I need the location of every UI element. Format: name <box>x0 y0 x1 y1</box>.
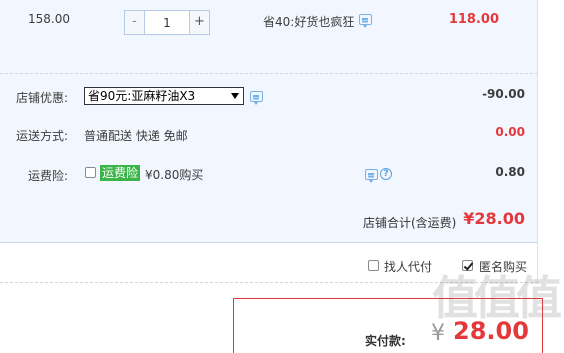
discount-value: -90.00 <box>482 87 525 101</box>
proxy-pay-label[interactable]: 找人代付 <box>384 258 432 275</box>
quantity-stepper[interactable]: - + <box>124 10 210 35</box>
comment-icon[interactable] <box>250 91 263 105</box>
shop-total-label: 店铺合计(含运费) <box>363 216 457 230</box>
help-icon[interactable]: ? <box>380 168 392 180</box>
discount-select[interactable]: 省90元:亚麻籽油X3 <box>84 87 244 105</box>
promo-text: 省40:好货也疯狂 <box>263 15 355 29</box>
quantity-input[interactable] <box>145 11 189 34</box>
watermark-logo: 值值值 <box>432 271 562 325</box>
shop-summary: 店铺优惠: 省90元:亚麻籽油X3 -90.00 运送方式: 普通配送 快递 免… <box>0 73 538 243</box>
product-row: 158.00 - + 省40:好货也疯狂 118.00 <box>0 0 538 73</box>
insurance-label: 运费险: <box>28 169 69 183</box>
unit-price: 158.00 <box>28 12 70 26</box>
discount-selected-value: 省90元:亚麻籽油X3 <box>88 89 196 103</box>
comment-icon[interactable] <box>365 169 378 183</box>
shop-total-value: ¥28.00 <box>463 209 525 228</box>
increase-button[interactable]: + <box>189 11 209 34</box>
shipping-label: 运送方式: <box>16 129 69 143</box>
shipping-method: 普通配送 快递 免邮 <box>84 129 188 143</box>
proxy-pay-checkbox[interactable] <box>368 260 379 271</box>
insurance-checkbox[interactable] <box>85 167 96 178</box>
discount-label: 店铺优惠: <box>16 91 69 105</box>
payment-label: 实付款: <box>365 334 406 348</box>
insurance-value: 0.80 <box>495 165 525 179</box>
insurance-price: ¥0.80购买 <box>145 168 204 182</box>
decrease-button[interactable]: - <box>125 11 145 34</box>
shipping-value: 0.00 <box>495 125 525 139</box>
chevron-down-icon <box>231 93 239 99</box>
item-subtotal: 118.00 <box>448 12 499 27</box>
comment-icon[interactable] <box>359 14 372 28</box>
insurance-badge: 运费险 <box>100 165 141 181</box>
